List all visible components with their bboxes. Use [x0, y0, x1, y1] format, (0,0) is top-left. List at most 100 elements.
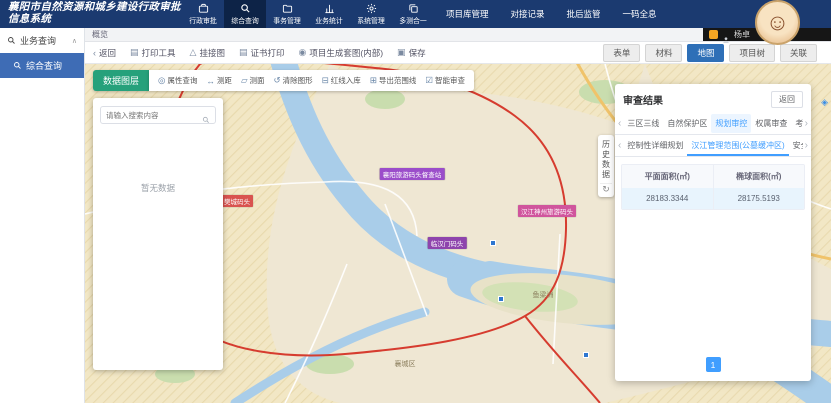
map-tool-label: 属性查询	[167, 75, 197, 86]
nav-link-批后监管[interactable]: 批后监管	[567, 8, 601, 20]
view-button-材料[interactable]: 材料	[645, 44, 682, 62]
search-input[interactable]	[106, 111, 199, 120]
results-subtabs-row: ‹ 控制性详细规划汉江管理范围(公墓缓冲区)安全控制区 ›	[615, 135, 811, 157]
results-tab-自然保护区[interactable]: 自然保护区	[663, 114, 711, 133]
toolbar-item-label: 证书打印	[251, 47, 285, 59]
tabs-scroll-left-icon[interactable]: ‹	[616, 118, 623, 129]
main-content: 概览 ‹返回▤打印工具△挂接图▤证书打印◉项目生成套图(内部)▣保存表单材料地图…	[85, 28, 831, 403]
sidebar-item-label: 综合查询	[26, 59, 62, 72]
generate-icon: ◉	[299, 47, 307, 58]
view-button-项目树[interactable]: 项目树	[729, 44, 775, 62]
toolbar-item-label: 保存	[409, 47, 426, 59]
map-viewport[interactable]: 数据图层 ◎属性查询 ↔测距 ▱测面 ↺清除图形 ⊟红线入库 ⊞导出范围线 ☑智能审查 暂无…	[85, 64, 831, 403]
map-area-label: 襄城区	[395, 359, 416, 369]
attribute-query-icon: ◎	[158, 75, 165, 86]
nav-link-项目库管理[interactable]: 项目库管理	[446, 8, 489, 20]
results-tab-规划审控[interactable]: 规划审控	[711, 114, 751, 133]
view-button-表单[interactable]: 表单	[603, 44, 640, 62]
measure-area-icon: ▱	[241, 75, 248, 86]
map-search-panel: 暂无数据	[93, 98, 223, 370]
nav-item-综合查询[interactable]: 综合查询	[224, 0, 266, 28]
nav-item-label: 行政审批	[189, 15, 217, 25]
map-area-label: 鱼梁洲	[533, 290, 554, 300]
table-header-row: 平面面积(㎡)椭球面积(㎡)	[622, 165, 804, 188]
nav-item-label: 多测合一	[399, 15, 427, 25]
view-button-关联[interactable]: 关联	[780, 44, 817, 62]
nav-item-行政审批[interactable]: 行政审批	[182, 0, 224, 28]
map-tool-红线入库[interactable]: ⊟红线入库	[322, 75, 361, 86]
map-side-tab[interactable]: 历史数据 ↻	[598, 135, 614, 197]
save-icon: ▣	[397, 47, 406, 58]
nav-item-系统管理[interactable]: 系统管理	[350, 0, 392, 28]
map-tool-属性查询[interactable]: ◎属性查询	[158, 75, 197, 86]
tabs-scroll-right-icon[interactable]: ›	[803, 118, 810, 129]
clear-graphics-icon: ↺	[273, 75, 280, 86]
toolbar-item-挂接图[interactable]: △挂接图	[190, 47, 225, 59]
subtabs-scroll-left-icon[interactable]: ‹	[616, 140, 623, 151]
sidebar-item-业务查询[interactable]: 业务查询∧	[0, 28, 84, 53]
toolbar-item-项目生成套图(内部)[interactable]: ◉项目生成套图(内部)	[299, 47, 384, 59]
search-icon	[240, 3, 251, 14]
map-tool-测距[interactable]: ↔测距	[206, 75, 232, 86]
results-back-button[interactable]: 返回	[771, 91, 803, 108]
export-boundary-icon: ⊞	[370, 75, 377, 86]
toolbar-item-返回[interactable]: ‹返回	[93, 47, 116, 59]
results-tab-考核[interactable]: 考核	[791, 114, 802, 133]
map-tool-智能审查[interactable]: ☑智能审查	[425, 75, 465, 86]
print-icon: ▤	[130, 47, 139, 58]
map-marker-icon[interactable]	[498, 296, 504, 302]
results-tab-权属审查[interactable]: 权属审查	[751, 114, 791, 133]
results-subtab-控制性详细规划[interactable]: 控制性详细规划	[623, 135, 687, 156]
toolbar-item-证书打印[interactable]: ▤证书打印	[239, 47, 285, 59]
nav-link-对接记录[interactable]: 对接记录	[511, 8, 545, 20]
map-tool-导出范围线[interactable]: ⊞导出范围线	[370, 75, 417, 86]
results-tabs-row: ‹ 三区三线自然保护区规划审控权属审查考核 ›	[615, 113, 811, 135]
map-tool-label: 智能审查	[435, 75, 465, 86]
map-tool-清除图形[interactable]: ↺清除图形	[273, 75, 312, 86]
nav-link-一码全息[interactable]: 一码全息	[623, 8, 657, 20]
data-layers-button[interactable]: 数据图层	[93, 70, 149, 91]
gear-icon	[366, 3, 377, 14]
measure-distance-icon: ↔	[206, 76, 215, 86]
view-button-地图[interactable]: 地图	[687, 44, 724, 62]
nav-item-label: 综合查询	[231, 15, 259, 25]
toolbar-item-保存[interactable]: ▣保存	[397, 47, 426, 59]
search-icon	[7, 36, 16, 45]
breadcrumb-tab[interactable]: 概览	[92, 29, 108, 40]
person-icon	[722, 31, 730, 39]
map-toolbar: 数据图层 ◎属性查询 ↔测距 ▱测面 ↺清除图形 ⊟红线入库 ⊞导出范围线 ☑智能审查	[93, 70, 474, 91]
search-icon[interactable]	[202, 111, 210, 119]
nav-item-label: 业务统计	[315, 15, 343, 25]
nav-items: 行政审批 综合查询事务管理业务统计系统管理多测合一	[182, 0, 434, 28]
map-marker-icon[interactable]	[490, 240, 496, 246]
refresh-icon[interactable]: ↻	[600, 183, 612, 195]
map-tool-label: 测距	[217, 75, 232, 86]
page-button-1[interactable]: 1	[706, 357, 721, 372]
toolbar-item-label: 打印工具	[142, 47, 176, 59]
map-help-widget[interactable]: ◈	[821, 97, 828, 107]
results-subtab-安全控制区[interactable]: 安全控制区	[789, 135, 803, 156]
org-badge-icon	[709, 30, 718, 39]
map-label-chip: 樊城码头	[221, 195, 253, 207]
back-icon: ‹	[93, 48, 96, 58]
nav-item-事务管理[interactable]: 事务管理	[266, 0, 308, 28]
redline-import-icon: ⊟	[322, 75, 329, 86]
map-marker-icon[interactable]	[583, 352, 589, 358]
results-tab-三区三线[interactable]: 三区三线	[623, 114, 663, 133]
results-header: 审查结果 返回	[615, 84, 811, 113]
toolbar-item-打印工具[interactable]: ▤打印工具	[130, 47, 176, 59]
table-cell: 28175.5193	[714, 188, 805, 209]
user-avatar[interactable]: ☺	[755, 0, 800, 45]
sidebar-item-综合查询[interactable]: 综合查询	[0, 53, 84, 78]
subtabs-scroll-right-icon[interactable]: ›	[803, 140, 810, 151]
map-tool-label: 导出范围线	[379, 75, 417, 86]
user-name[interactable]: 杨卓	[734, 29, 750, 40]
table-row[interactable]: 28183.334428175.5193	[622, 188, 804, 209]
nav-links: 项目库管理 对接记录 批后监管 一码全息	[446, 8, 657, 20]
nav-item-业务统计[interactable]: 业务统计	[308, 0, 350, 28]
empty-state-text: 暂无数据	[100, 182, 216, 194]
nav-item-多测合一[interactable]: 多测合一	[392, 0, 434, 28]
table-header-cell: 椭球面积(㎡)	[714, 165, 805, 188]
results-subtab-汉江管理范围(公墓缓冲区)[interactable]: 汉江管理范围(公墓缓冲区)	[687, 135, 788, 156]
map-tool-测面[interactable]: ▱测面	[241, 75, 265, 86]
